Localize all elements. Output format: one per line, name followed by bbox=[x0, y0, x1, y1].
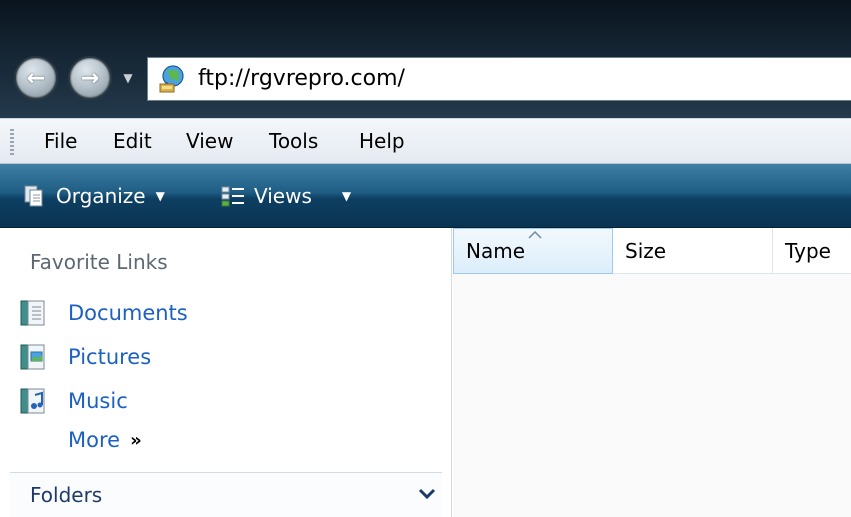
favorite-link-label: Music bbox=[68, 389, 128, 413]
more-label: More bbox=[68, 428, 121, 452]
chevron-down-icon bbox=[418, 488, 436, 500]
views-icon bbox=[221, 186, 244, 207]
menu-view[interactable]: View bbox=[182, 127, 237, 155]
menu-help[interactable]: Help bbox=[355, 127, 409, 155]
address-url: ftp://rgvrepro.com/ bbox=[198, 66, 405, 91]
organize-icon bbox=[24, 185, 43, 207]
column-header-type[interactable]: Type bbox=[773, 228, 851, 274]
favorite-links-heading: Favorite Links bbox=[30, 250, 168, 274]
favorite-link-music[interactable]: Music bbox=[20, 384, 128, 418]
navigation-pane: Favorite Links Documents Pictures Music … bbox=[0, 228, 452, 517]
forward-button[interactable]: → bbox=[68, 56, 112, 100]
sort-ascending-icon bbox=[528, 231, 542, 239]
menu-file[interactable]: File bbox=[40, 127, 81, 155]
menu-tools[interactable]: Tools bbox=[265, 127, 322, 155]
chevron-down-icon: ▼ bbox=[123, 71, 133, 85]
recent-pages-button[interactable]: ▼ bbox=[120, 68, 136, 88]
documents-icon bbox=[20, 300, 45, 326]
favorite-link-documents[interactable]: Documents bbox=[20, 296, 188, 330]
folders-expander[interactable]: Folders bbox=[10, 472, 442, 517]
column-header-name[interactable]: Name bbox=[453, 228, 613, 274]
column-header-label: Type bbox=[785, 239, 831, 263]
toolbar-grip-icon[interactable] bbox=[10, 129, 14, 155]
column-header-label: Size bbox=[625, 239, 667, 263]
organize-button[interactable]: Organize ▼ bbox=[22, 182, 165, 210]
double-chevron-right-icon: » bbox=[130, 429, 142, 451]
menu-bar: File Edit View Tools Help bbox=[0, 118, 851, 164]
forward-arrow-icon: → bbox=[80, 65, 100, 91]
file-list-area[interactable] bbox=[453, 274, 851, 517]
favorite-link-label: Documents bbox=[68, 301, 188, 325]
back-arrow-icon: ← bbox=[26, 65, 46, 91]
more-links-button[interactable]: More » bbox=[68, 428, 142, 452]
command-bar: Organize ▼ Views ▼ bbox=[0, 164, 851, 228]
favorite-link-label: Pictures bbox=[68, 345, 152, 369]
organize-dropdown-icon: ▼ bbox=[155, 189, 165, 203]
menu-edit[interactable]: Edit bbox=[109, 127, 156, 155]
network-globe-icon bbox=[159, 65, 184, 93]
favorite-link-pictures[interactable]: Pictures bbox=[20, 340, 151, 374]
column-header-label: Name bbox=[466, 239, 526, 263]
file-list-pane: Name Size Type bbox=[453, 228, 851, 517]
back-button[interactable]: ← bbox=[14, 56, 58, 100]
window-titlebar: ← → ▼ ftp://rgvrepro.com/ bbox=[0, 0, 851, 118]
address-bar[interactable]: ftp://rgvrepro.com/ bbox=[147, 57, 851, 101]
views-label: Views bbox=[254, 184, 312, 208]
folders-label: Folders bbox=[30, 483, 103, 507]
column-header-size[interactable]: Size bbox=[613, 228, 773, 274]
pictures-icon bbox=[20, 344, 45, 370]
organize-label: Organize bbox=[56, 184, 146, 208]
column-headers: Name Size Type bbox=[453, 228, 851, 274]
music-icon bbox=[20, 388, 45, 414]
views-dropdown-icon[interactable]: ▼ bbox=[342, 189, 351, 203]
views-button[interactable]: Views ▼ bbox=[220, 182, 351, 210]
